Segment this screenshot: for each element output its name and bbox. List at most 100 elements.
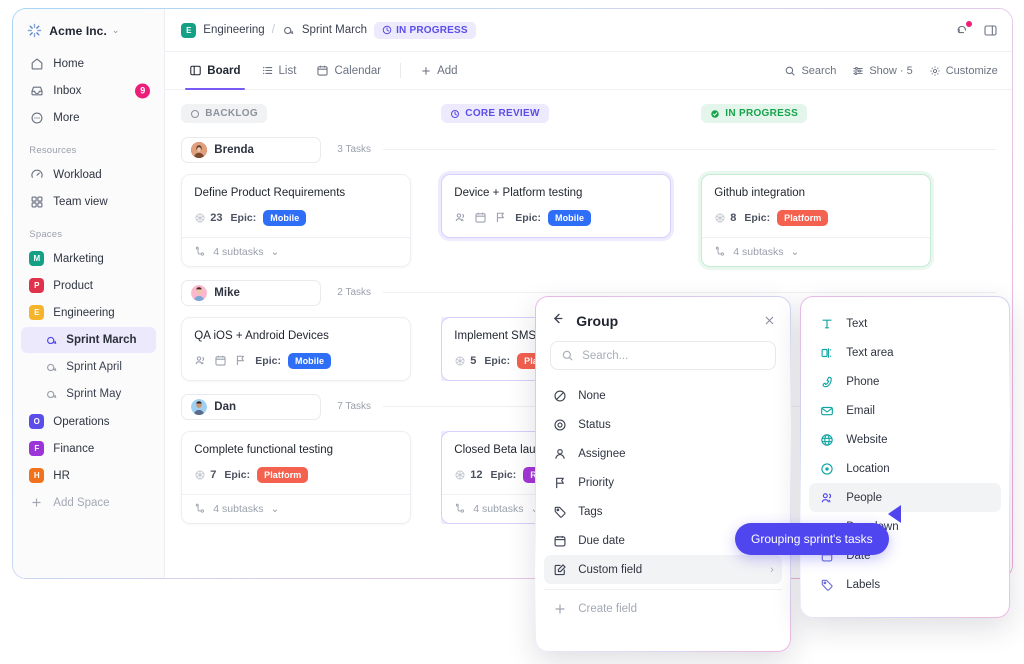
- check-circle-icon: [711, 110, 720, 118]
- subtasks-label: 4 subtasks: [213, 245, 264, 258]
- assignee-name: Brenda: [214, 143, 254, 156]
- sidebar-item-hr[interactable]: H HR: [21, 462, 156, 489]
- status-badge[interactable]: IN PROGRESS: [374, 21, 476, 39]
- add-view-button[interactable]: Add: [412, 52, 465, 89]
- notification-bell-icon[interactable]: [955, 20, 972, 38]
- group-task-count: 7 Tasks: [337, 401, 372, 413]
- subtasks-toggle[interactable]: 4 subtasks ⌄: [182, 236, 411, 266]
- add-space-button[interactable]: Add Space: [21, 489, 156, 516]
- side-panel-icon[interactable]: [983, 23, 998, 38]
- people-icon: [819, 490, 834, 505]
- show-label: Show · 5: [869, 64, 913, 77]
- task-title: Define Product Requirements: [194, 186, 346, 199]
- sprint-icon: [45, 388, 58, 401]
- sidebar-item-home[interactable]: Home: [21, 50, 156, 77]
- customize-button[interactable]: Customize: [929, 65, 998, 77]
- epic-tag[interactable]: Mobile: [263, 209, 307, 226]
- team-view-icon: [29, 194, 44, 209]
- epic-tag[interactable]: Platform: [257, 466, 309, 483]
- assignee-chip[interactable]: Dan: [181, 393, 322, 420]
- breadcrumb-space-name[interactable]: Engineering: [203, 24, 264, 36]
- group-option-label: None: [578, 389, 606, 402]
- sidebar-item-finance[interactable]: F Finance: [21, 435, 156, 462]
- board-group-brenda: Brenda 3 Tasks Define Product Requiremen…: [165, 136, 1011, 267]
- search-button[interactable]: Search: [784, 65, 836, 77]
- sidebar-item-more[interactable]: More: [21, 104, 156, 131]
- create-field-label: Create field: [578, 602, 637, 615]
- assignee-chip[interactable]: Brenda: [181, 136, 322, 163]
- create-field-button[interactable]: Create field: [544, 594, 782, 623]
- group-option-none[interactable]: None: [544, 381, 782, 410]
- group-option-priority[interactable]: Priority: [544, 468, 782, 497]
- arrow-left-icon[interactable]: [550, 311, 565, 331]
- sidebar-item-sprint-march[interactable]: Sprint March: [21, 327, 157, 354]
- calendar-icon: [475, 213, 486, 223]
- task-card[interactable]: QA iOS + Android Devices Epic: Mobile: [181, 316, 412, 381]
- avatar: [191, 141, 208, 158]
- sidebar-item-engineering[interactable]: E Engineering: [21, 299, 156, 326]
- view-toolbar: Board List Calendar Add Search Show · 5 …: [165, 52, 1012, 91]
- group-search-input[interactable]: Search...: [550, 341, 776, 371]
- subtasks-toggle[interactable]: 4 subtasks ⌄: [182, 493, 411, 523]
- epic-label: Epic:: [255, 354, 281, 367]
- subtask-icon: [196, 503, 205, 513]
- epic-tag[interactable]: Mobile: [547, 209, 592, 226]
- group-option-custom-field[interactable]: Custom field ›: [544, 555, 782, 585]
- assignee-chip[interactable]: Mike: [181, 279, 322, 306]
- sidebar-item-sprint-april[interactable]: Sprint April: [21, 354, 156, 380]
- field-option-website[interactable]: Website: [809, 425, 1001, 454]
- tab-label: Board: [207, 64, 241, 77]
- assignee-icon: [552, 446, 567, 461]
- field-option-people[interactable]: People: [809, 483, 1001, 513]
- sidebar-item-label: Sprint May: [66, 388, 122, 401]
- field-option-text[interactable]: Text: [809, 309, 1001, 338]
- task-meta-icons: [454, 211, 507, 224]
- group-option-tags[interactable]: Tags: [544, 497, 782, 526]
- task-card[interactable]: Define Product Requirements 23 Epic: Mob…: [181, 173, 412, 267]
- tab-calendar[interactable]: Calendar: [308, 52, 389, 89]
- subtasks-toggle[interactable]: 4 subtasks ⌄: [702, 236, 931, 266]
- epic-tag[interactable]: Mobile: [287, 352, 332, 369]
- sidebar-item-label: Operations: [53, 415, 110, 428]
- column-label: CORE REVIEW: [465, 108, 540, 120]
- task-card[interactable]: Github integration 8 Epic: Platform 4 su…: [701, 173, 932, 267]
- breadcrumb-list-name[interactable]: Sprint March: [302, 24, 367, 36]
- sidebar-item-team-view[interactable]: Team view: [21, 188, 156, 215]
- field-option-phone[interactable]: Phone: [809, 367, 1001, 396]
- more-icon: [29, 110, 44, 125]
- sidebar-item-inbox[interactable]: Inbox 9: [21, 77, 156, 104]
- plus-icon: [552, 601, 567, 616]
- assignee-name: Dan: [214, 400, 237, 413]
- show-button[interactable]: Show · 5: [852, 64, 913, 77]
- card-slot: Define Product Requirements 23 Epic: Mob…: [181, 173, 412, 267]
- field-option-text-area[interactable]: Text area: [809, 338, 1001, 367]
- sidebar-item-product[interactable]: P Product: [21, 272, 156, 299]
- spaces-nav: M Marketing P Product E Engineering Spri…: [13, 245, 164, 516]
- sidebar-item-operations[interactable]: O Operations: [21, 408, 156, 435]
- group-option-status[interactable]: Status: [544, 410, 782, 439]
- close-icon[interactable]: [763, 314, 776, 329]
- tab-board[interactable]: Board: [181, 52, 248, 91]
- sidebar: Acme Inc. ⌄ Home Inbox 9 More Resources …: [13, 9, 166, 578]
- assignee-name: Mike: [214, 286, 240, 299]
- sidebar-item-marketing[interactable]: M Marketing: [21, 245, 156, 272]
- group-option-assignee[interactable]: Assignee: [544, 439, 782, 468]
- task-card[interactable]: Complete functional testing 7 Epic: Plat…: [181, 430, 412, 524]
- text-icon: [819, 316, 834, 331]
- tab-list[interactable]: List: [253, 52, 305, 89]
- space-chip-operations: O: [29, 414, 45, 430]
- field-option-email[interactable]: Email: [809, 396, 1001, 425]
- group-divider: [383, 292, 996, 294]
- subtask-icon: [196, 246, 205, 256]
- sidebar-item-label: Sprint March: [66, 334, 137, 347]
- task-card[interactable]: Device + Platform testing Epic: Mobile: [441, 173, 672, 238]
- sidebar-item-label: Engineering: [53, 306, 115, 319]
- gear-icon: [930, 66, 940, 76]
- field-option-location[interactable]: Location: [809, 454, 1001, 483]
- epic-tag[interactable]: Platform: [777, 209, 829, 226]
- sidebar-item-workload[interactable]: Workload: [21, 161, 156, 188]
- card-slot: Github integration 8 Epic: Platform 4 su…: [701, 173, 932, 267]
- sidebar-item-sprint-may[interactable]: Sprint May: [21, 381, 156, 407]
- field-option-labels[interactable]: Labels: [809, 570, 1001, 599]
- workspace-switcher[interactable]: Acme Inc. ⌄: [13, 9, 164, 50]
